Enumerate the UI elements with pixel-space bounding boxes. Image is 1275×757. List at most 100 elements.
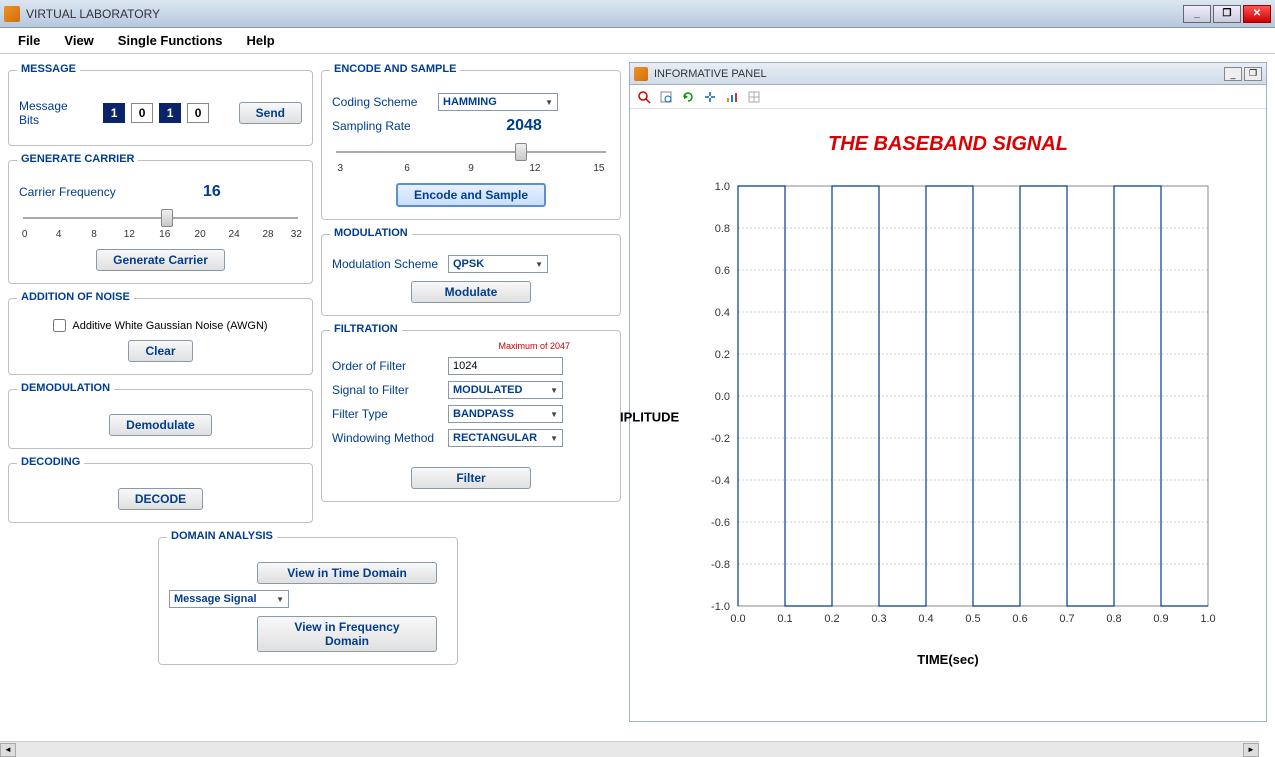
menu-help[interactable]: Help xyxy=(235,29,287,52)
carrier-freq-value: 16 xyxy=(203,183,221,200)
svg-text:0.4: 0.4 xyxy=(918,613,933,625)
menu-file[interactable]: File xyxy=(6,29,52,52)
generate-carrier-button[interactable]: Generate Carrier xyxy=(96,249,225,271)
window-titlebar: VIRTUAL LABORATORY _ ❐ ✕ xyxy=(0,0,1275,28)
svg-text:0.7: 0.7 xyxy=(1059,613,1074,625)
send-button[interactable]: Send xyxy=(239,102,302,124)
message-panel: MESSAGE Message Bits Send xyxy=(8,70,313,146)
signal-filter-label: Signal to Filter xyxy=(332,383,442,397)
domain-panel: DOMAIN ANALYSIS View in Time Domain Mess… xyxy=(158,537,458,665)
chevron-down-icon: ▼ xyxy=(550,386,558,395)
svg-text:0.5: 0.5 xyxy=(965,613,980,625)
modulate-button[interactable]: Modulate xyxy=(411,281,531,303)
scroll-right-icon[interactable]: ► xyxy=(1243,743,1259,757)
grid-icon[interactable] xyxy=(744,87,764,107)
freq-domain-button[interactable]: View in Frequency Domain xyxy=(257,616,437,652)
fit-icon[interactable] xyxy=(700,87,720,107)
demodulate-button[interactable]: Demodulate xyxy=(109,414,212,436)
signal-select[interactable]: Message Signal▼ xyxy=(169,590,289,608)
svg-text:0.6: 0.6 xyxy=(715,265,730,277)
sampling-slider[interactable]: 3 6 9 12 15 xyxy=(332,141,610,175)
java-icon xyxy=(634,67,648,81)
chart-title: THE BASEBAND SIGNAL xyxy=(660,133,1236,156)
encode-sample-button[interactable]: Encode and Sample xyxy=(396,183,546,207)
zoom-in-icon[interactable] xyxy=(634,87,654,107)
bit-input-2[interactable] xyxy=(159,103,181,123)
svg-text:0.8: 0.8 xyxy=(715,223,730,235)
mod-scheme-select[interactable]: QPSK▼ xyxy=(448,255,548,273)
minimize-button[interactable]: _ xyxy=(1183,5,1211,23)
close-button[interactable]: ✕ xyxy=(1243,5,1271,23)
filter-type-select[interactable]: BANDPASS▼ xyxy=(448,405,563,423)
chevron-down-icon: ▼ xyxy=(535,260,543,269)
bit-input-3[interactable] xyxy=(187,103,209,123)
carrier-title: GENERATE CARRIER xyxy=(17,153,138,165)
svg-text:-0.4: -0.4 xyxy=(711,475,730,487)
info-panel-title: INFORMATIVE PANEL xyxy=(654,68,1222,80)
sampling-rate-label: Sampling Rate xyxy=(332,119,432,133)
zoom-box-icon[interactable] xyxy=(656,87,676,107)
decode-panel: DECODING DECODE xyxy=(8,463,313,523)
coding-scheme-select[interactable]: HAMMING▼ xyxy=(438,93,558,111)
scroll-left-icon[interactable]: ◄ xyxy=(0,743,16,757)
order-input[interactable] xyxy=(448,357,563,375)
sampling-slider-thumb[interactable] xyxy=(515,143,527,161)
info-minimize-button[interactable]: _ xyxy=(1224,67,1242,81)
svg-text:0.8: 0.8 xyxy=(1106,613,1121,625)
informative-panel-frame: INFORMATIVE PANEL _ ❐ THE BASEBAND SIGNA… xyxy=(629,62,1267,722)
refresh-icon[interactable] xyxy=(678,87,698,107)
max-note: Maximum of 2047 xyxy=(332,341,570,351)
bit-input-1[interactable] xyxy=(131,103,153,123)
filter-button[interactable]: Filter xyxy=(411,467,531,489)
decode-title: DECODING xyxy=(17,456,84,468)
awgn-checkbox[interactable] xyxy=(53,319,66,332)
chevron-down-icon: ▼ xyxy=(550,410,558,419)
clear-button[interactable]: Clear xyxy=(128,340,192,362)
window-method-select[interactable]: RECTANGULAR▼ xyxy=(448,429,563,447)
message-title: MESSAGE xyxy=(17,63,80,75)
noise-title: ADDITION OF NOISE xyxy=(17,291,134,303)
filter-type-label: Filter Type xyxy=(332,407,442,421)
signal-filter-select[interactable]: MODULATED▼ xyxy=(448,381,563,399)
noise-panel: ADDITION OF NOISE Additive White Gaussia… xyxy=(8,298,313,375)
menu-single-functions[interactable]: Single Functions xyxy=(106,29,235,52)
window-method-label: Windowing Method xyxy=(332,431,442,445)
order-label: Order of Filter xyxy=(332,359,442,373)
svg-text:0.6: 0.6 xyxy=(1012,613,1027,625)
awgn-label: Additive White Gaussian Noise (AWGN) xyxy=(72,320,267,332)
mod-scheme-label: Modulation Scheme xyxy=(332,257,442,271)
horizontal-scrollbar[interactable]: ◄ ► xyxy=(0,741,1259,757)
filtration-title: FILTRATION xyxy=(330,323,402,335)
info-maximize-button[interactable]: ❐ xyxy=(1244,67,1262,81)
svg-text:-0.8: -0.8 xyxy=(711,559,730,571)
svg-text:-1.0: -1.0 xyxy=(711,601,730,613)
modulation-title: MODULATION xyxy=(330,227,412,239)
java-icon xyxy=(4,6,20,22)
bit-input-0[interactable] xyxy=(103,103,125,123)
menubar: File View Single Functions Help xyxy=(0,28,1275,54)
carrier-slider-thumb[interactable] xyxy=(161,209,173,227)
carrier-slider[interactable]: 0 4 8 12 16 20 24 28 32 xyxy=(19,207,302,241)
svg-text:0.2: 0.2 xyxy=(715,349,730,361)
chart-config-icon[interactable] xyxy=(722,87,742,107)
svg-text:0.9: 0.9 xyxy=(1153,613,1168,625)
svg-text:0.1: 0.1 xyxy=(777,613,792,625)
chevron-down-icon: ▼ xyxy=(276,595,284,604)
chart-plot: 0.00.10.20.30.40.50.60.70.80.91.0-1.0-0.… xyxy=(660,176,1236,646)
info-toolbar xyxy=(630,85,1266,109)
maximize-button[interactable]: ❐ xyxy=(1213,5,1241,23)
svg-text:-0.6: -0.6 xyxy=(711,517,730,529)
message-bits-label: Message Bits xyxy=(19,99,82,127)
svg-text:0.0: 0.0 xyxy=(715,391,730,403)
info-panel-titlebar: INFORMATIVE PANEL _ ❐ xyxy=(630,63,1266,85)
time-domain-button[interactable]: View in Time Domain xyxy=(257,562,437,584)
decode-button[interactable]: DECODE xyxy=(118,488,203,510)
svg-text:0.2: 0.2 xyxy=(824,613,839,625)
svg-text:1.0: 1.0 xyxy=(1200,613,1215,625)
sampling-rate-value: 2048 xyxy=(506,117,542,134)
coding-scheme-label: Coding Scheme xyxy=(332,95,432,109)
svg-text:1.0: 1.0 xyxy=(715,181,730,193)
modulation-panel: MODULATION Modulation Scheme QPSK▼ Modul… xyxy=(321,234,621,316)
domain-title: DOMAIN ANALYSIS xyxy=(167,530,277,542)
menu-view[interactable]: View xyxy=(52,29,105,52)
